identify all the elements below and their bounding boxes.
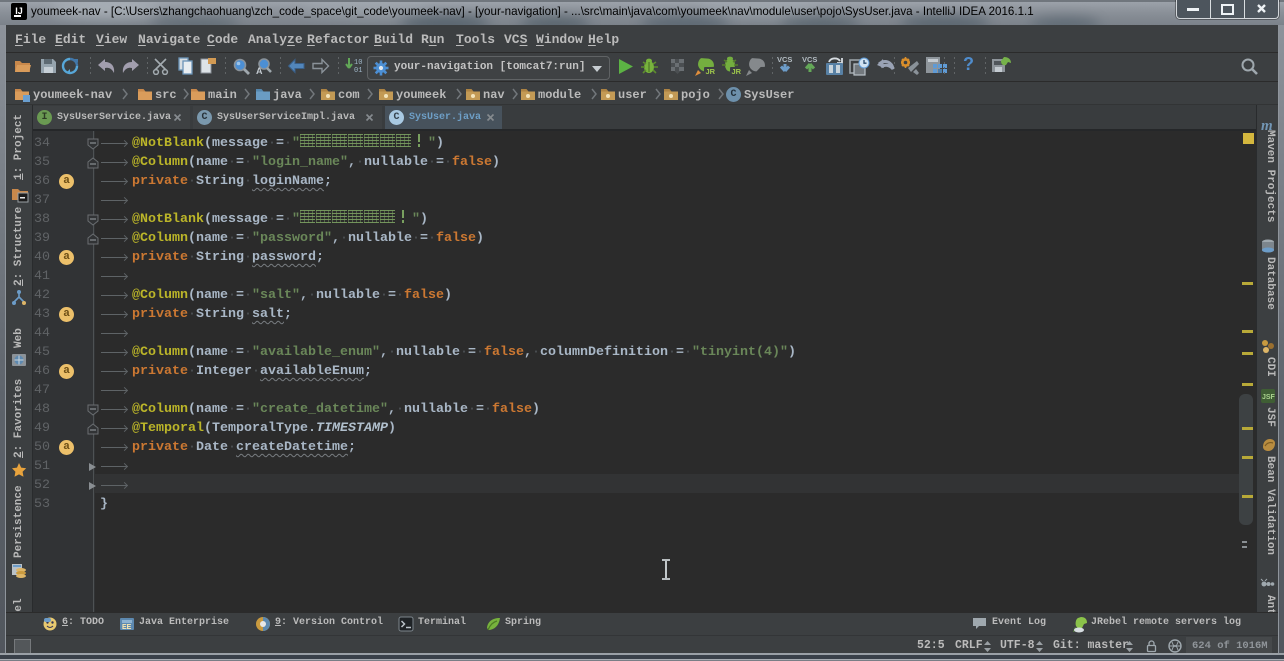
svg-text:VCS: VCS <box>802 55 817 64</box>
svg-text:A: A <box>256 66 263 76</box>
svg-text:VCS: VCS <box>777 55 792 64</box>
svg-text:JR: JR <box>732 67 742 76</box>
svg-text:EE: EE <box>122 624 132 631</box>
svg-text:01: 01 <box>354 67 362 75</box>
svg-text:JSF: JSF <box>1262 394 1276 401</box>
svg-text:10: 10 <box>354 59 362 67</box>
svg-text:JR: JR <box>706 67 716 76</box>
